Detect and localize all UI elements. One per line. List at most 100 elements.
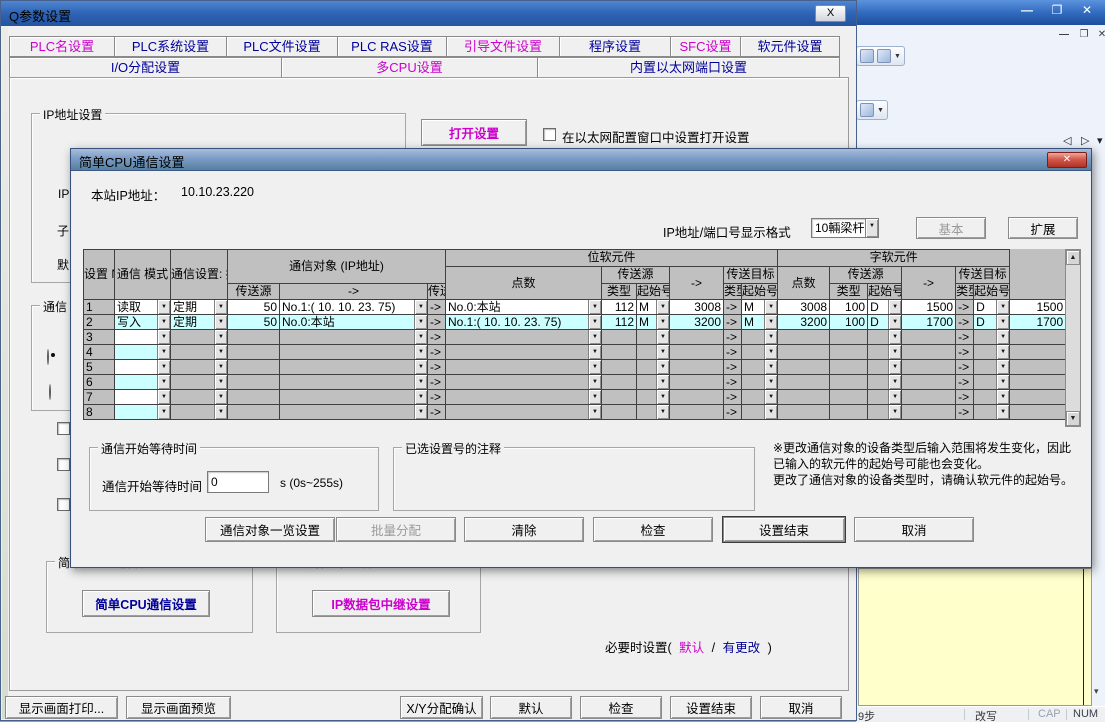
xy-assignment-button[interactable]: X/Y分配确认 (400, 696, 483, 719)
nav-next-icon[interactable]: ▷ (1081, 134, 1089, 147)
dropdown-arrow-icon[interactable]: ▼ (764, 330, 777, 344)
bit-dst-start-cell[interactable] (778, 360, 830, 375)
word-dst-type-cell[interactable]: D▼ (974, 300, 1010, 315)
word-points-cell[interactable] (830, 390, 868, 405)
word-dst-start-cell[interactable] (1010, 375, 1066, 390)
dropdown-arrow-icon[interactable]: ▼ (865, 219, 878, 237)
dropdown-arrow-icon[interactable]: ▼ (214, 390, 227, 404)
dropdown-arrow-icon[interactable]: ▼ (214, 375, 227, 389)
tab-io-assignment[interactable]: I/O分配设置 (9, 57, 282, 78)
bit-src-type-cell[interactable]: ▼ (637, 390, 670, 405)
dropdown-arrow-icon[interactable]: ▼ (157, 390, 170, 404)
tab-boot-file[interactable]: 引导文件设置 (446, 36, 560, 57)
dropdown-arrow-icon[interactable]: ▼ (996, 315, 1009, 329)
tab-plc-file[interactable]: PLC文件设置 (226, 36, 338, 57)
end-setting-button[interactable]: 设置结束 (670, 696, 752, 719)
target-list-settings-button[interactable]: 通信对象一览设置 (205, 517, 335, 542)
word-dst-start-cell[interactable] (1010, 405, 1066, 420)
dropdown-arrow-icon[interactable]: ▼ (588, 315, 601, 329)
comm-radio-selected[interactable] (47, 349, 49, 365)
bit-dst-start-cell[interactable] (778, 345, 830, 360)
dropdown-arrow-icon[interactable]: ▼ (888, 360, 901, 374)
scroll-up-icon[interactable]: ▲ (1066, 250, 1080, 265)
timing-cell[interactable]: ▼ (171, 405, 228, 420)
bit-dst-start-cell[interactable] (778, 390, 830, 405)
dropdown-arrow-icon[interactable]: ▼ (764, 300, 777, 314)
dropdown-arrow-icon[interactable]: ▼ (656, 390, 669, 404)
q-dialog-close-button[interactable]: X (815, 5, 846, 22)
tab-plc-ras[interactable]: PLC RAS设置 (337, 36, 447, 57)
bit-src-start-cell[interactable] (670, 330, 724, 345)
word-src-type-cell[interactable]: ▼ (868, 345, 902, 360)
dropdown-arrow-icon[interactable]: ▼ (588, 300, 601, 314)
timing-cell[interactable]: 定期▼ (171, 315, 228, 330)
mdi-restore-icon[interactable]: ❐ (1076, 29, 1092, 40)
row-number-cell[interactable]: 6 (84, 375, 115, 390)
interval-cell[interactable] (228, 390, 280, 405)
dropdown-arrow-icon[interactable]: ▼ (656, 300, 669, 314)
dropdown-arrow-icon[interactable]: ▼ (588, 330, 601, 344)
target-cell[interactable]: No.1:( 10. 10. 23. 75)▼ (446, 315, 602, 330)
dropdown-arrow-icon[interactable]: ▼ (157, 345, 170, 359)
app-minimize-icon[interactable]: — (1014, 3, 1040, 17)
dropdown-arrow-icon[interactable]: ▼ (764, 405, 777, 419)
word-src-type-cell[interactable]: ▼ (868, 405, 902, 420)
modal-end-setting-button[interactable]: 设置结束 (723, 517, 845, 542)
bit-src-type-cell[interactable]: ▼ (637, 330, 670, 345)
dropdown-arrow-icon[interactable]: ▼ (996, 300, 1009, 314)
dropdown-arrow-icon[interactable]: ▼ (414, 375, 427, 389)
source-cell[interactable]: No.0:本站▼ (280, 315, 428, 330)
word-src-start-cell[interactable] (902, 405, 956, 420)
word-dst-start-cell[interactable]: 1500 (1010, 300, 1066, 315)
row-number-cell[interactable]: 1 (84, 300, 115, 315)
bit-src-start-cell[interactable] (670, 405, 724, 420)
modal-close-button[interactable]: ✕ (1047, 152, 1087, 168)
row-number-cell[interactable]: 5 (84, 360, 115, 375)
word-points-cell[interactable] (830, 405, 868, 420)
modal-check-button[interactable]: 检查 (593, 517, 713, 542)
dropdown-arrow-icon[interactable]: ▼ (996, 330, 1009, 344)
dropdown-arrow-icon[interactable]: ▼ (157, 405, 170, 419)
word-dst-start-cell[interactable] (1010, 330, 1066, 345)
bit-src-start-cell[interactable] (670, 345, 724, 360)
bit-dst-type-cell[interactable]: M▼ (742, 300, 778, 315)
word-dst-type-cell[interactable]: ▼ (974, 390, 1010, 405)
mode-cell[interactable]: ▼ (115, 405, 171, 420)
word-points-cell[interactable] (830, 360, 868, 375)
target-cell[interactable]: No.0:本站▼ (446, 300, 602, 315)
target-cell[interactable]: ▼ (446, 375, 602, 390)
row-number-cell[interactable]: 3 (84, 330, 115, 345)
dropdown-arrow-icon[interactable]: ▼ (996, 360, 1009, 374)
bit-dst-type-cell[interactable]: ▼ (742, 330, 778, 345)
dropdown-arrow-icon[interactable]: ▼ (414, 315, 427, 329)
word-src-type-cell[interactable]: ▼ (868, 360, 902, 375)
toolbar-fragment[interactable]: ▼ (856, 100, 888, 120)
dropdown-arrow-icon[interactable]: ▼ (414, 390, 427, 404)
toolbar-icon[interactable] (877, 49, 891, 63)
mode-cell[interactable]: ▼ (115, 375, 171, 390)
simple-cpu-settings-button[interactable]: 简单CPU通信设置 (82, 590, 210, 617)
modal-cancel-button[interactable]: 取消 (854, 517, 974, 542)
timing-cell[interactable]: ▼ (171, 375, 228, 390)
panel-scroll-down-icon[interactable]: ▾ (1094, 686, 1099, 697)
interval-cell[interactable]: 50 (228, 315, 280, 330)
tab-sfc[interactable]: SFC设置 (670, 36, 741, 57)
dropdown-arrow-icon[interactable]: ▼ (588, 345, 601, 359)
editor-panel[interactable] (858, 568, 1092, 706)
timing-cell[interactable]: 定期▼ (171, 300, 228, 315)
word-src-type-cell[interactable]: ▼ (868, 330, 902, 345)
target-cell[interactable]: ▼ (446, 330, 602, 345)
option-checkbox-3[interactable] (57, 498, 70, 511)
bit-points-cell[interactable] (602, 405, 637, 420)
word-src-type-cell[interactable]: ▼ (868, 375, 902, 390)
word-src-start-cell[interactable] (902, 345, 956, 360)
bit-src-type-cell[interactable]: M▼ (637, 300, 670, 315)
dropdown-arrow-icon[interactable]: ▼ (214, 330, 227, 344)
word-points-cell[interactable] (830, 375, 868, 390)
dropdown-arrow-icon[interactable]: ▼ (996, 375, 1009, 389)
dropdown-arrow-icon[interactable]: ▼ (764, 345, 777, 359)
interval-cell[interactable] (228, 330, 280, 345)
toolbar-icon[interactable] (860, 49, 874, 63)
bit-points-cell[interactable]: 112 (602, 300, 637, 315)
bit-src-start-cell[interactable]: 3200 (670, 315, 724, 330)
